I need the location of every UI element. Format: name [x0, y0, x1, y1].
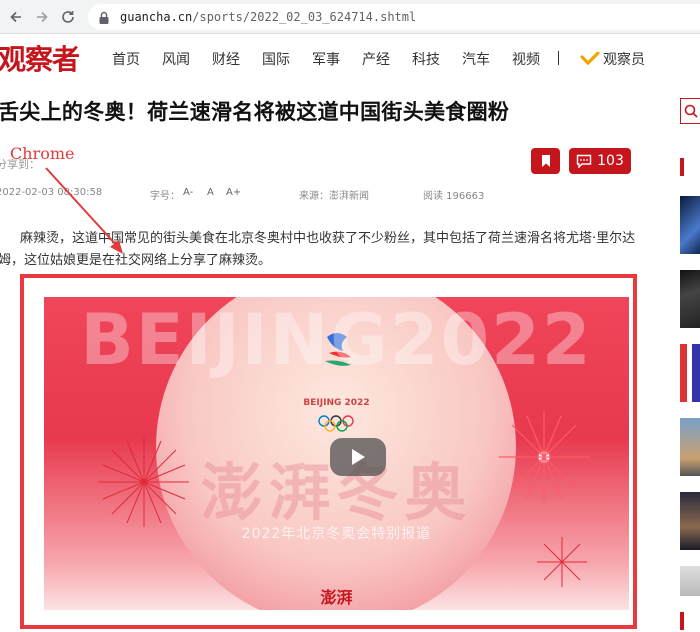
bookmark-button[interactable] — [531, 148, 560, 174]
sidebar-thumbnail[interactable] — [680, 492, 700, 550]
url-text: guancha.cn/sports/2022_02_03_624714.shtm… — [120, 10, 417, 24]
nav-item-fengwen[interactable]: 风闻 — [162, 49, 190, 69]
font-size-label: 字号： — [150, 191, 180, 202]
sidebar-search[interactable] — [680, 98, 700, 124]
observer-link[interactable]: 观察员 — [580, 49, 645, 69]
play-icon — [352, 449, 365, 465]
observer-label: 观察员 — [603, 52, 645, 68]
nav-item-finance[interactable]: 财经 — [212, 49, 240, 69]
nav-item-international[interactable]: 国际 — [262, 49, 290, 69]
publish-date: 2022-02-03 08:30:58 — [0, 187, 103, 198]
read-count: 阅读 196663 — [423, 191, 485, 202]
comment-icon — [576, 154, 592, 168]
search-icon — [684, 104, 698, 118]
sidebar-section-marker — [680, 158, 684, 176]
font-larger-button[interactable]: A+ — [226, 187, 241, 198]
annotation-label: Chrome — [10, 144, 75, 163]
site-header: 观察者 首页 风闻 财经 国际 军事 产经 科技 汽车 视频 观察员 — [0, 34, 700, 84]
font-normal-button[interactable]: A — [207, 187, 214, 198]
poster-brand: 澎湃 — [320, 588, 353, 607]
poster-olympic-text: BEIJING 2022 — [303, 398, 370, 408]
address-bar[interactable]: guancha.cn/sports/2022_02_03_624714.shtm… — [88, 4, 700, 30]
sidebar-thumbnail[interactable] — [680, 418, 700, 476]
sidebar-thumbnail[interactable] — [680, 196, 700, 254]
site-logo[interactable]: 观察者 — [0, 38, 80, 78]
nav-item-industry[interactable]: 产经 — [362, 49, 390, 69]
browser-toolbar: guancha.cn/sports/2022_02_03_624714.shtm… — [0, 0, 700, 34]
nav-item-tech[interactable]: 科技 — [412, 49, 440, 69]
back-icon[interactable] — [6, 7, 26, 27]
check-icon — [580, 52, 600, 66]
lock-icon — [98, 10, 112, 24]
video-player[interactable]: BEIJING2022 BEIJING 2022 澎湃冬奥 2022年北京冬奥会… — [20, 274, 637, 629]
nav-item-auto[interactable]: 汽车 — [462, 49, 490, 69]
comment-count: 103 — [597, 153, 624, 169]
reload-icon[interactable] — [58, 7, 78, 27]
article-source: 来源：澎湃新闻 — [299, 191, 369, 202]
article-headline: 舌尖上的冬奥！荷兰速滑名将被这道中国街头美食圈粉 — [0, 100, 510, 124]
right-sidebar — [676, 88, 700, 632]
nav-item-video[interactable]: 视频 — [512, 49, 540, 69]
nav-divider — [558, 51, 559, 65]
nav-item-home[interactable]: 首页 — [112, 49, 140, 69]
poster-subtitle: 2022年北京冬奥会特别报道 — [241, 526, 432, 542]
article-paragraph: 麻辣烫，这道中国常见的街头美食在北京冬奥村中也收获了不少粉丝，其中包括了荷兰速滑… — [0, 231, 636, 268]
sidebar-thumbnail[interactable] — [680, 270, 700, 328]
bookmark-icon — [541, 155, 550, 167]
video-poster[interactable]: BEIJING2022 BEIJING 2022 澎湃冬奥 2022年北京冬奥会… — [44, 297, 629, 610]
sidebar-section-marker — [680, 612, 684, 630]
main-nav: 首页 风闻 财经 国际 军事 产经 科技 汽车 视频 — [112, 49, 562, 69]
sidebar-thumbnail[interactable] — [680, 566, 700, 596]
forward-icon[interactable] — [32, 7, 52, 27]
play-button[interactable] — [330, 438, 386, 476]
poster-big-text: BEIJING2022 — [80, 299, 593, 381]
nav-item-military[interactable]: 军事 — [312, 49, 340, 69]
sidebar-thumbnail[interactable] — [680, 344, 700, 402]
firework-small — [537, 537, 587, 587]
font-smaller-button[interactable]: A- — [183, 187, 193, 198]
comment-button[interactable]: 103 — [569, 148, 631, 174]
